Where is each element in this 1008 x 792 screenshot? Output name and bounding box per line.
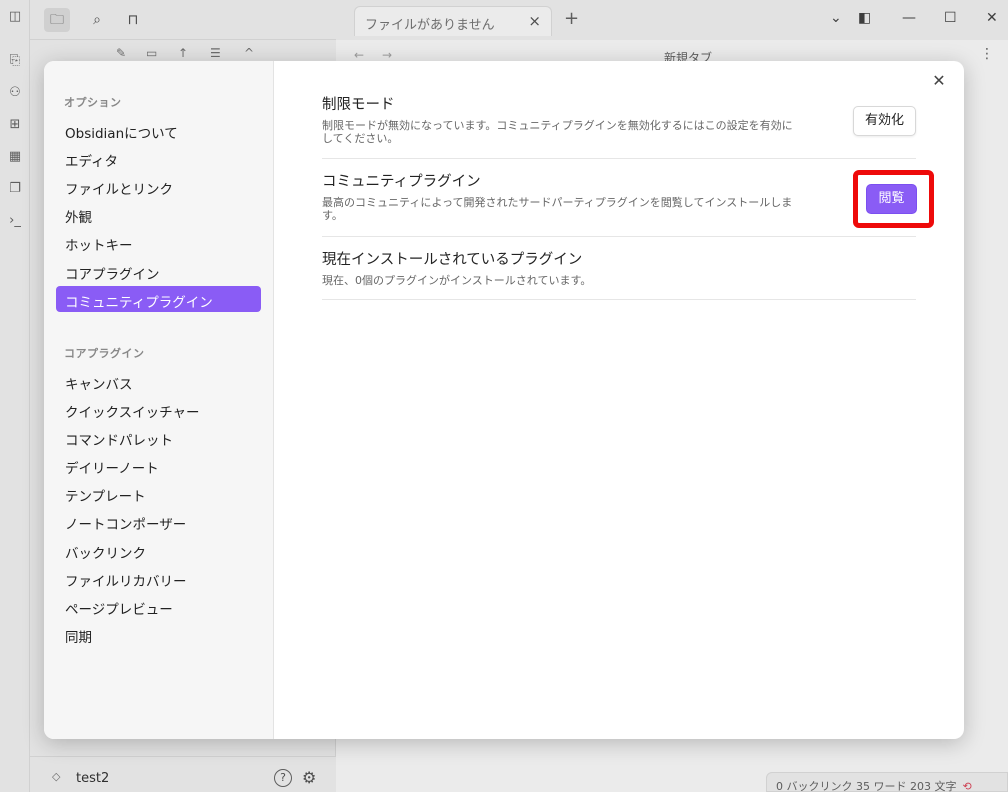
settings-item-quick-switcher[interactable]: クイックスイッチャー: [56, 396, 261, 422]
setting-description-line: す。: [322, 209, 343, 222]
settings-item-appearance[interactable]: 外観: [56, 201, 261, 227]
setting-description: 制限モードが無効になっています。コミュニティプラグインを無効化するにはこの設定を…: [322, 119, 822, 145]
settings-item-note-composer[interactable]: ノートコンポーザー: [56, 508, 261, 534]
setting-description-line: 制限モードが無効になっています。コミュニティプラグインを無効化するにはこの設定を…: [322, 119, 793, 132]
settings-item-sync[interactable]: 同期: [56, 621, 261, 647]
settings-sidebar: オプション Obsidianについて エディタ ファイルとリンク 外観 ホットキ…: [44, 61, 274, 739]
enable-restricted-mode-button[interactable]: 有効化: [853, 106, 916, 136]
setting-name: 現在インストールされているプラグイン: [322, 252, 583, 268]
setting-name: コミュニティプラグイン: [322, 174, 481, 190]
settings-item-canvas[interactable]: キャンバス: [56, 368, 261, 394]
settings-item-about[interactable]: Obsidianについて: [56, 117, 261, 143]
settings-item-core-plugins[interactable]: コアプラグイン: [56, 258, 261, 284]
settings-item-templates[interactable]: テンプレート: [56, 480, 261, 506]
setting-description-line: してください。: [322, 132, 399, 145]
settings-item-community-plugins[interactable]: コミュニティプラグイン: [56, 286, 261, 312]
settings-item-page-preview[interactable]: ページプレビュー: [56, 593, 261, 619]
settings-item-hotkeys[interactable]: ホットキー: [56, 229, 261, 255]
section-heading-core-plugins: コアプラグイン: [64, 347, 145, 360]
setting-description-line: 最高のコミュニティによって開発されたサードパーティプラグインを閲覧してインストー…: [322, 196, 793, 209]
setting-description: 最高のコミュニティによって開発されたサードパーティプラグインを閲覧してインストー…: [322, 196, 822, 222]
settings-item-file-recovery[interactable]: ファイルリカバリー: [56, 565, 261, 591]
close-icon[interactable]: ✕: [931, 71, 947, 90]
settings-item-editor[interactable]: エディタ: [56, 145, 261, 171]
setting-restricted-mode: 制限モード 制限モードが無効になっています。コミュニティプラグインを無効化するに…: [322, 89, 916, 159]
settings-modal: オプション Obsidianについて エディタ ファイルとリンク 外観 ホットキ…: [44, 61, 964, 739]
setting-description-line: 現在、0個のプラグインがインストールされています。: [322, 274, 592, 287]
setting-name: 制限モード: [322, 97, 395, 113]
setting-community-plugins: コミュニティプラグイン 最高のコミュニティによって開発されたサードパーティプラグ…: [322, 159, 934, 237]
settings-item-backlinks[interactable]: バックリンク: [56, 537, 261, 563]
settings-item-files-links[interactable]: ファイルとリンク: [56, 173, 261, 199]
settings-item-daily-notes[interactable]: デイリーノート: [56, 452, 261, 478]
settings-item-command-palette[interactable]: コマンドパレット: [56, 424, 261, 450]
section-heading-options: オプション: [64, 96, 122, 109]
browse-plugins-button[interactable]: 閲覧: [866, 184, 917, 214]
setting-description: 現在、0個のプラグインがインストールされています。: [322, 274, 822, 287]
setting-installed-plugins: 現在インストールされているプラグイン 現在、0個のプラグインがインストールされて…: [322, 237, 916, 300]
